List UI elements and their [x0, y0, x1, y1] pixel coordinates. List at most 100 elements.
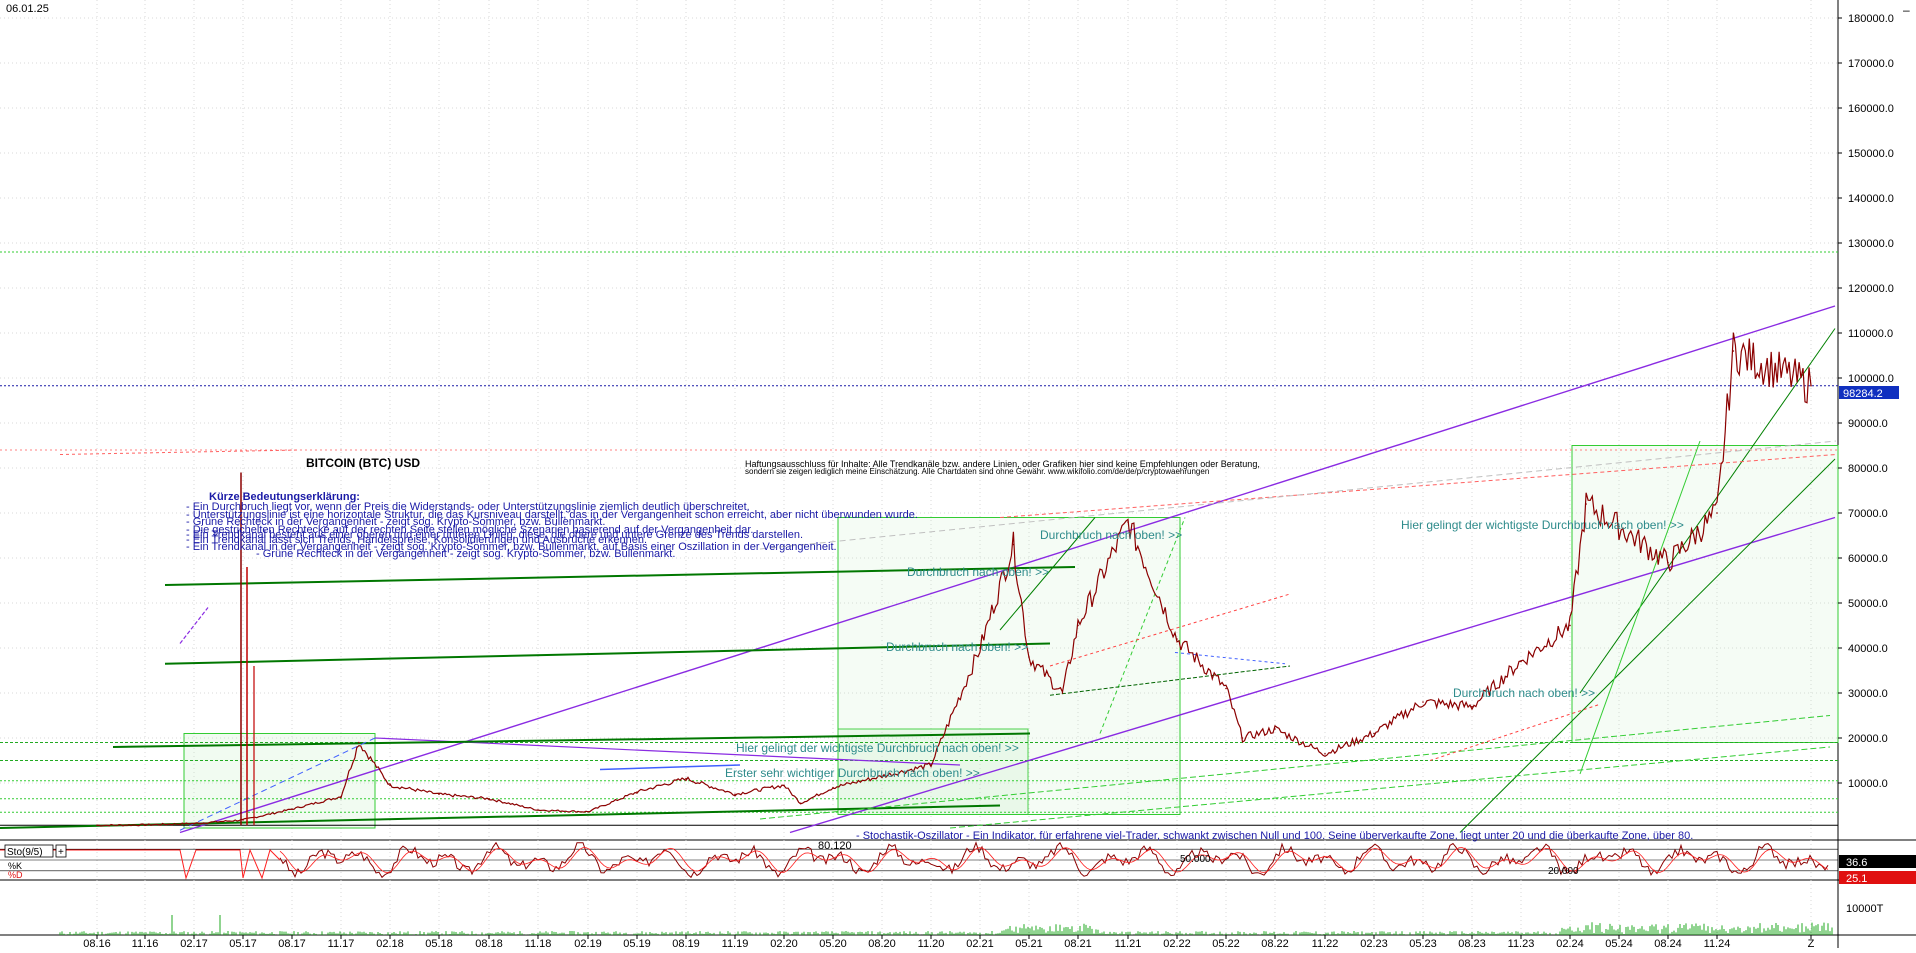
price-point-31: [1373, 732, 1375, 735]
y-tick-label: 180000.0: [1848, 13, 1894, 25]
price-point-23: [1061, 692, 1064, 694]
x-tick-label: 08.16: [83, 938, 111, 948]
x-tick-label: 02.17: [180, 938, 208, 948]
price-point-36: [1585, 503, 1587, 505]
price-point-3: [242, 819, 244, 821]
x-tick-label: 02.22: [1163, 938, 1191, 948]
x-tick-label: 08.20: [868, 938, 896, 948]
price-point-9: [488, 797, 490, 800]
price-point-32: [1422, 701, 1424, 703]
annotation-text: Durchbruch nach oben! >>: [907, 565, 1049, 579]
x-tick-label: 05.22: [1212, 938, 1240, 948]
chart-title: BITCOIN (BTC) USD: [306, 456, 420, 470]
price-point-27: [1225, 687, 1227, 690]
x-tick-label: 08.18: [475, 938, 503, 948]
annotation-text: sondern sie zeigen lediglich meine Einsc…: [745, 467, 1209, 476]
price-point-22: [1028, 656, 1030, 658]
y-tick-label: 50000.0: [1848, 598, 1888, 610]
bull-market-rect-3: [1571, 445, 1839, 743]
price-point-33: [1471, 705, 1473, 708]
x-tick-label: 11.17: [328, 938, 355, 948]
price-point-21: [1012, 543, 1015, 546]
x-tick-label: Z: [1808, 938, 1815, 948]
y-tick-label: 140000.0: [1848, 193, 1894, 205]
bitcoin-chart-window: 180000.0 170000.0 160000.0 150000.0 140000.0…: [0, 0, 1916, 950]
stoch-legend-d: %D: [8, 870, 23, 880]
stoch-level-50: 50.000: [1180, 854, 1211, 865]
x-tick-label: 05.21: [1015, 938, 1043, 948]
annotation-text: Hier gelingt der wichtigste Durchbruch n…: [1401, 518, 1684, 532]
x-tick-label: 11.23: [1508, 938, 1535, 948]
y-tick-label: 70000.0: [1848, 508, 1888, 520]
x-tick-label: 05.24: [1605, 938, 1633, 948]
y-tick-label: 170000.0: [1848, 58, 1894, 70]
x-tick-label: 11.19: [722, 938, 749, 948]
x-tick-label: 08.22: [1261, 938, 1289, 948]
y-tick-label: 30000.0: [1848, 688, 1888, 700]
current-price-label: 98284.2: [1843, 388, 1883, 400]
price-point-0: [96, 824, 98, 827]
y-tick-label: 10000.0: [1848, 778, 1888, 790]
x-tick-label: 11.21: [1115, 938, 1142, 948]
annotation-text: - Grüne Rechteck in der Vergangenheit - …: [256, 548, 675, 560]
y-tick-label: 160000.0: [1848, 103, 1894, 115]
price-point-15: [783, 784, 785, 787]
stoch-level-20: 20.000: [1548, 866, 1579, 877]
x-tick-label: 02.19: [574, 938, 602, 948]
annotation-text: Erster sehr wichtiger Durchbruch nach ob…: [725, 766, 980, 780]
y-tick-label: 40000.0: [1848, 643, 1888, 655]
price-point-34: [1520, 660, 1522, 663]
price-point-1: [144, 824, 146, 826]
price-point-5: [340, 795, 342, 798]
price-point-35: [1569, 624, 1571, 627]
x-tick-label: 08.24: [1654, 938, 1682, 948]
price-point-2: [193, 822, 195, 825]
stoch-level-80: 80.120: [818, 840, 852, 852]
price-point-16: [799, 802, 802, 805]
x-tick-label: 11.22: [1312, 938, 1339, 948]
annotation-text: Durchbruch nach oben! >>: [886, 640, 1028, 654]
price-point-7: [389, 784, 391, 787]
y-tick-label: 120000.0: [1848, 283, 1894, 295]
price-point-12: [636, 791, 638, 793]
x-tick-label: 02.21: [966, 938, 994, 948]
stoch-expand-glyph: +: [58, 847, 64, 858]
y-tick-label: 100000.0: [1848, 373, 1894, 385]
x-tick-label: 11.24: [1704, 938, 1731, 948]
stoch-title: Sto(9/5): [7, 847, 43, 858]
price-point-28: [1241, 737, 1244, 739]
x-tick-label: 05.23: [1409, 938, 1437, 948]
price-point-24: [1077, 624, 1079, 627]
x-tick-label: 11.20: [918, 938, 945, 948]
price-point-39: [1716, 512, 1718, 514]
price-point-14: [734, 793, 736, 796]
stoch-d-value: 25.1: [1846, 873, 1867, 885]
x-tick-label: 11.18: [525, 938, 552, 948]
price-point-10: [537, 809, 539, 811]
y-tick-label: 110000.0: [1848, 328, 1893, 340]
stoch-k-value: 36.6: [1846, 857, 1867, 869]
price-point-30: [1324, 752, 1326, 755]
chart-canvas: 180000.0 170000.0 160000.0 150000.0 140000.0…: [0, 0, 1916, 950]
x-tick-label: 08.19: [672, 938, 700, 948]
price-point-41: [1810, 384, 1812, 387]
y-tick-label: 90000.0: [1848, 418, 1888, 430]
price-point-4: [291, 808, 293, 810]
x-tick-label: 02.24: [1556, 938, 1584, 948]
price-point-40: [1732, 350, 1735, 352]
x-tick-label: 05.19: [623, 938, 651, 948]
window-minimize-icon[interactable]: –: [1903, 3, 1910, 17]
price-point-11: [587, 811, 589, 813]
date-label: 06.01.25: [6, 3, 49, 15]
price-point-17: [832, 786, 834, 789]
x-tick-label: 02.18: [376, 938, 404, 948]
x-tick-label: 05.17: [229, 938, 257, 948]
x-tick-label: 08.23: [1458, 938, 1486, 948]
y-tick-label: 130000.0: [1848, 238, 1894, 250]
x-tick-label: 08.17: [278, 938, 306, 948]
annotation-text: Hier gelingt der wichtigste Durchbruch n…: [736, 741, 1019, 755]
x-tick-label: 02.23: [1360, 938, 1388, 948]
y-tick-label: 150000.0: [1848, 148, 1894, 160]
price-point-8: [438, 793, 440, 796]
x-tick-label: 02.20: [770, 938, 798, 948]
